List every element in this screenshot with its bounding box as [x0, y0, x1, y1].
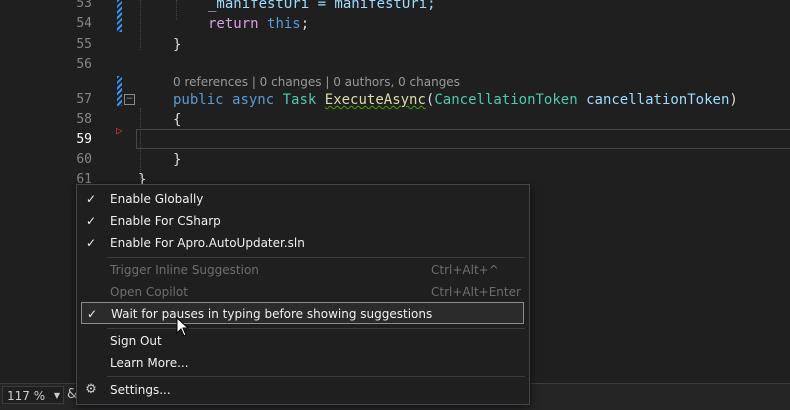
menu-item-label: Settings...	[110, 383, 171, 397]
breakpoint-arrow-icon[interactable]: ▷	[116, 124, 123, 137]
menu-item-shortcut: Ctrl+Alt+Enter	[431, 285, 521, 299]
code-text: _manifestUri = manifestUri;	[208, 0, 436, 12]
paren-close: )	[729, 92, 738, 108]
line-number: 58	[76, 112, 92, 127]
menu-item-settings[interactable]: ⚙ Settings...	[77, 379, 529, 401]
menu-item-enable-globally[interactable]: ✓ Enable Globally	[77, 188, 529, 210]
line-number: 57	[76, 92, 92, 107]
menu-separator	[107, 376, 525, 377]
git-change-marker[interactable]	[117, 76, 122, 106]
line-number: 60	[76, 152, 92, 167]
code-line[interactable]: }	[173, 35, 181, 55]
menu-item-enable-csharp[interactable]: ✓ Enable For CSharp	[77, 210, 529, 232]
param-name: cancellationToken	[586, 92, 730, 108]
indent-guide	[176, 0, 178, 20]
menu-item-wait-for-pauses[interactable]: ✓ Wait for pauses in typing before showi…	[81, 302, 524, 324]
line-number: 56	[76, 57, 92, 72]
git-change-marker[interactable]	[117, 0, 122, 32]
code-line[interactable]: {	[173, 110, 181, 130]
line-number-current: 59	[76, 132, 92, 147]
menu-item-shortcut: Ctrl+Alt+^	[431, 263, 499, 277]
menu-item-sign-out[interactable]: Sign Out	[77, 330, 529, 352]
line-number: 55	[76, 37, 92, 52]
menu-item-enable-solution[interactable]: ✓ Enable For Apro.AutoUpdater.sln	[77, 232, 529, 254]
copilot-context-menu: ✓ Enable Globally ✓ Enable For CSharp ✓ …	[76, 184, 530, 405]
code-line[interactable]: }	[173, 150, 181, 170]
menu-item-label: Learn More...	[110, 356, 189, 370]
line-number: 54	[76, 16, 92, 31]
check-icon: ✓	[86, 307, 98, 321]
type-task: Task	[282, 92, 317, 108]
keyword-return: return	[208, 16, 259, 32]
menu-item-label: Enable Globally	[110, 192, 204, 206]
menu-item-label: Wait for pauses in typing before showing…	[111, 307, 433, 321]
code-line[interactable]: _manifestUri = manifestUri;	[208, 0, 436, 14]
menu-item-learn-more[interactable]: Learn More...	[77, 352, 529, 374]
gear-icon: ⚙	[85, 382, 97, 397]
keyword-this: this	[267, 16, 301, 32]
menu-item-label: Open Copilot	[110, 285, 188, 299]
current-line-highlight	[136, 129, 790, 149]
method-name: ExecuteAsync	[324, 92, 426, 108]
check-icon: ✓	[85, 214, 97, 228]
check-icon: ✓	[85, 236, 97, 250]
menu-item-label: Trigger Inline Suggestion	[110, 263, 259, 277]
collapse-icon[interactable]: −	[124, 94, 135, 105]
indent-guide	[140, 0, 142, 50]
keyword-public: public	[173, 92, 224, 108]
codelens-info[interactable]: 0 references | 0 changes | 0 authors, 0 …	[173, 75, 460, 89]
semicolon: ;	[300, 16, 310, 32]
code-line[interactable]: return this;	[208, 14, 309, 34]
line-number: 53	[76, 0, 92, 11]
menu-item-trigger-inline-suggestion[interactable]: Trigger Inline Suggestion Ctrl+Alt+^	[77, 259, 529, 281]
keyword-async: async	[232, 92, 275, 108]
check-icon: ✓	[85, 192, 97, 206]
param-type: CancellationToken	[434, 92, 578, 108]
menu-item-label: Enable For CSharp	[110, 214, 221, 228]
menu-item-label: Enable For Apro.AutoUpdater.sln	[110, 236, 305, 250]
method-signature[interactable]: public async Task ExecuteAsync(Cancellat…	[173, 90, 738, 110]
menu-separator	[107, 328, 525, 329]
menu-item-open-copilot[interactable]: Open Copilot Ctrl+Alt+Enter	[77, 281, 529, 303]
zoom-dropdown[interactable]: 117 % ▼	[2, 386, 64, 404]
chevron-down-icon: ▼	[53, 391, 60, 400]
menu-item-label: Sign Out	[110, 334, 162, 348]
menu-separator	[107, 257, 525, 258]
zoom-value: 117 %	[7, 389, 46, 403]
mouse-pointer-icon	[176, 317, 190, 337]
